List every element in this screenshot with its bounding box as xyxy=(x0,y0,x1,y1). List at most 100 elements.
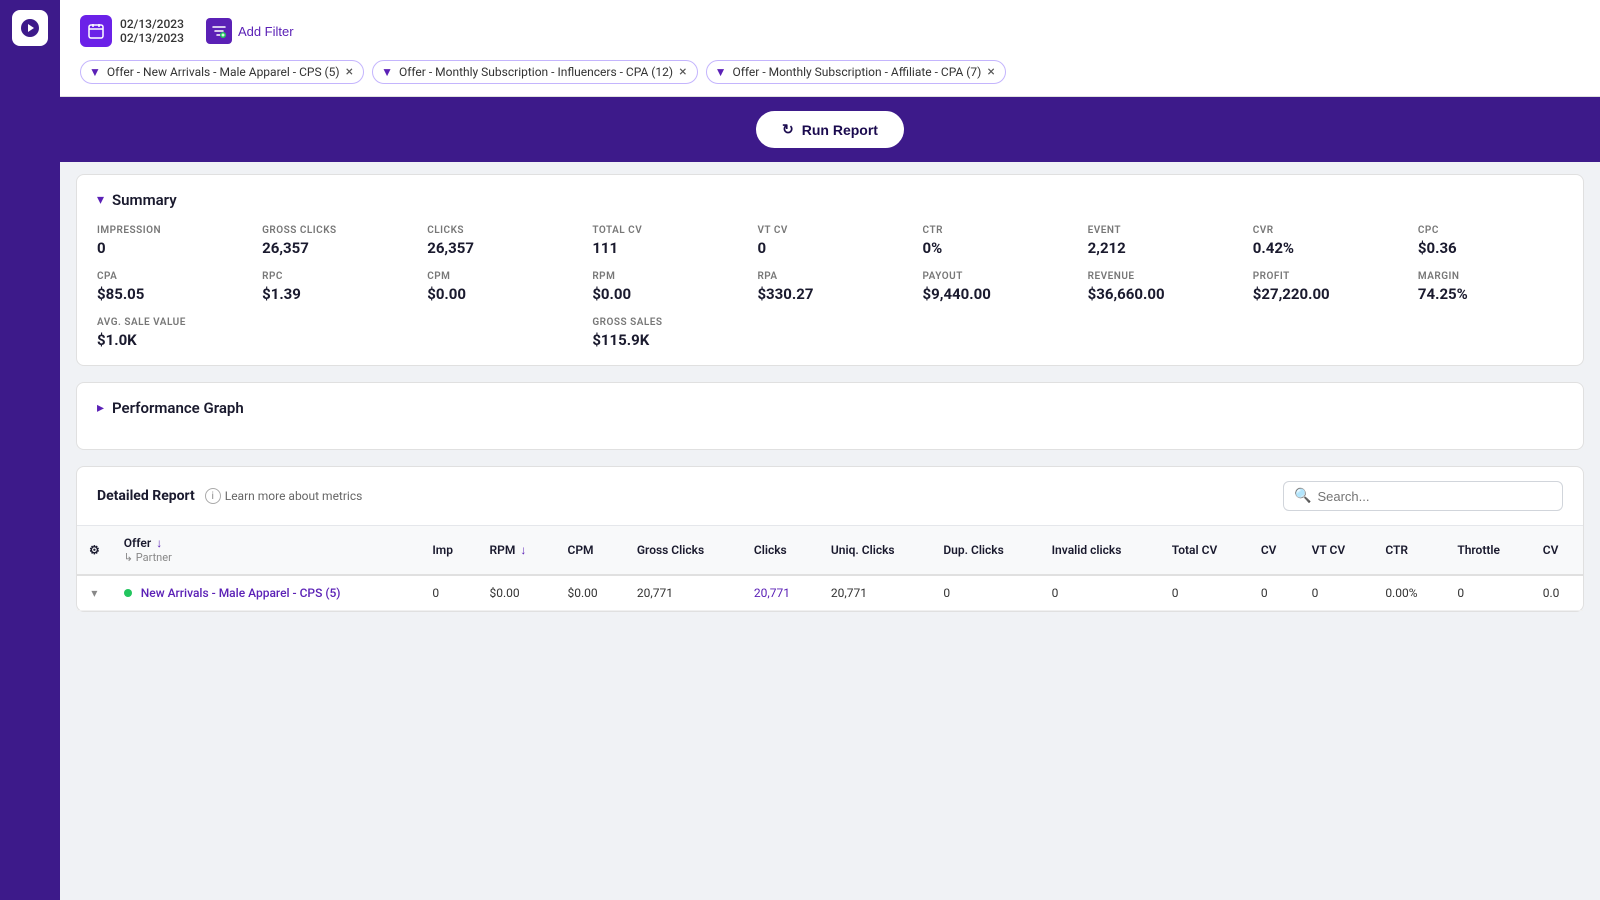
summary-header[interactable]: ▾ Summary xyxy=(97,191,1563,209)
metric-payout: PAYOUT $9,440.00 xyxy=(923,271,1068,303)
metric-cvr: CVR 0.42% xyxy=(1253,225,1398,257)
filter-tag-2: ▼ Offer - Monthly Subscription - Influen… xyxy=(372,60,697,84)
row-imp: 0 xyxy=(420,575,477,611)
metric-revenue: REVENUE $36,660.00 xyxy=(1088,271,1233,303)
col-gross-clicks[interactable]: Gross Clicks xyxy=(625,526,742,575)
row-gross-clicks: 20,771 xyxy=(625,575,742,611)
col-rpm[interactable]: RPM ↓ xyxy=(478,526,556,575)
sidebar-logo xyxy=(12,10,48,46)
filter-row: 02/13/2023 02/13/2023 Add Filter xyxy=(80,12,1580,50)
info-icon: i xyxy=(205,488,221,504)
sort-down-icon: ↓ xyxy=(156,536,162,550)
summary-section: ▾ Summary IMPRESSION 0 GROSS CLICKS 26,3… xyxy=(76,174,1584,366)
metric-rpm: RPM $0.00 xyxy=(592,271,737,303)
col-clicks[interactable]: Clicks xyxy=(742,526,819,575)
col-imp[interactable]: Imp xyxy=(420,526,477,575)
filter-icon-3: ▼ xyxy=(715,65,727,79)
date-section: 02/13/2023 02/13/2023 xyxy=(80,15,184,47)
metric-rpa: RPA $330.27 xyxy=(757,271,902,303)
col-cv[interactable]: CV xyxy=(1249,526,1300,575)
col-invalid-clicks[interactable]: Invalid clicks xyxy=(1040,526,1160,575)
page-wrapper: 02/13/2023 02/13/2023 Add Filter xyxy=(0,0,1600,900)
filter-remove-3[interactable]: × xyxy=(987,65,994,79)
metrics-row-2: CPA $85.05 RPC $1.39 CPM $0.00 RPM $0.00… xyxy=(97,271,1563,303)
learn-more-link[interactable]: i Learn more about metrics xyxy=(205,488,363,504)
metric-impression: IMPRESSION 0 xyxy=(97,225,242,257)
metric-total-cv: TOTAL CV 111 xyxy=(592,225,737,257)
detailed-report-header: Detailed Report i Learn more about metri… xyxy=(77,467,1583,526)
table-row: ▾ New Arrivals - Male Apparel - CPS (5) … xyxy=(77,575,1583,611)
summary-title: Summary xyxy=(112,191,177,209)
chevron-right-icon: ▸ xyxy=(97,400,104,416)
col-cv2[interactable]: CV xyxy=(1531,526,1583,575)
col-total-cv[interactable]: Total CV xyxy=(1160,526,1249,575)
row-cv2: 0.0 xyxy=(1531,575,1583,611)
col-uniq-clicks[interactable]: Uniq. Clicks xyxy=(819,526,931,575)
metric-gross-clicks: GROSS CLICKS 26,357 xyxy=(262,225,407,257)
col-offer[interactable]: Offer ↓ ↳ Partner xyxy=(112,526,421,575)
sort-down-icon-rpm: ↓ xyxy=(520,543,526,557)
col-vt-cv[interactable]: VT CV xyxy=(1300,526,1374,575)
row-vt-cv: 0 xyxy=(1300,575,1374,611)
metric-clicks: CLICKS 26,357 xyxy=(427,225,572,257)
add-filter-icon xyxy=(206,18,232,44)
metric-rpc: RPC $1.39 xyxy=(262,271,407,303)
run-report-button[interactable]: ↻ Run Report xyxy=(756,111,904,148)
filter-tags: ▼ Offer - New Arrivals - Male Apparel - … xyxy=(80,60,1580,84)
table-header-row: ⚙ Offer ↓ ↳ Partner Imp RPM xyxy=(77,526,1583,575)
row-expand-icon: ▾ xyxy=(91,586,97,600)
date-range: 02/13/2023 02/13/2023 xyxy=(120,17,184,45)
row-ctr: 0.00% xyxy=(1373,575,1445,611)
col-ctr[interactable]: CTR xyxy=(1373,526,1445,575)
col-cpm[interactable]: CPM xyxy=(555,526,624,575)
table-body: ▾ New Arrivals - Male Apparel - CPS (5) … xyxy=(77,575,1583,611)
table-settings-icon[interactable]: ⚙ xyxy=(89,543,100,557)
row-offer-name: New Arrivals - Male Apparel - CPS (5) xyxy=(112,575,421,611)
chevron-down-icon: ▾ xyxy=(97,192,104,208)
metric-cpa: CPA $85.05 xyxy=(97,271,242,303)
filter-remove-1[interactable]: × xyxy=(346,65,353,79)
row-uniq-clicks: 20,771 xyxy=(819,575,931,611)
search-box: 🔍 xyxy=(1283,481,1563,511)
detailed-report-title: Detailed Report xyxy=(97,488,195,504)
main-content: 02/13/2023 02/13/2023 Add Filter xyxy=(60,0,1600,900)
filter-remove-2[interactable]: × xyxy=(679,65,686,79)
run-report-bar: ↻ Run Report xyxy=(60,97,1600,162)
metric-ctr: CTR 0% xyxy=(923,225,1068,257)
report-table: ⚙ Offer ↓ ↳ Partner Imp RPM xyxy=(77,526,1583,611)
metrics-row-3: AVG. SALE VALUE $1.0K GROSS SALES $115.9… xyxy=(97,317,1563,349)
metric-event: EVENT 2,212 xyxy=(1088,225,1233,257)
performance-graph-title: Performance Graph xyxy=(112,399,244,417)
metric-cpc: CPC $0.36 xyxy=(1418,225,1563,257)
search-input[interactable] xyxy=(1317,489,1552,504)
add-filter-button[interactable]: Add Filter xyxy=(196,12,304,50)
status-dot-active xyxy=(124,589,132,597)
row-dup-clicks: 0 xyxy=(931,575,1039,611)
col-throttle[interactable]: Throttle xyxy=(1445,526,1530,575)
detailed-report-section: Detailed Report i Learn more about metri… xyxy=(76,466,1584,612)
filter-icon-1: ▼ xyxy=(89,65,101,79)
col-expand: ⚙ xyxy=(77,526,112,575)
row-expand-cell[interactable]: ▾ xyxy=(77,575,112,611)
row-cpm: $0.00 xyxy=(555,575,624,611)
row-rpm: $0.00 xyxy=(478,575,556,611)
filter-tag-3: ▼ Offer - Monthly Subscription - Affilia… xyxy=(706,60,1006,84)
performance-graph-header[interactable]: ▸ Performance Graph xyxy=(97,399,1563,417)
row-clicks: 20,771 xyxy=(742,575,819,611)
run-icon: ↻ xyxy=(782,121,794,138)
row-cv: 0 xyxy=(1249,575,1300,611)
metric-gross-sales: GROSS SALES $115.9K xyxy=(592,317,1067,349)
metric-margin: MARGIN 74.25% xyxy=(1418,271,1563,303)
filter-tag-1: ▼ Offer - New Arrivals - Male Apparel - … xyxy=(80,60,364,84)
col-dup-clicks[interactable]: Dup. Clicks xyxy=(931,526,1039,575)
metrics-row-1: IMPRESSION 0 GROSS CLICKS 26,357 CLICKS … xyxy=(97,225,1563,257)
table-head: ⚙ Offer ↓ ↳ Partner Imp RPM xyxy=(77,526,1583,575)
search-icon: 🔍 xyxy=(1294,488,1311,504)
sidebar xyxy=(0,0,60,900)
metric-vt-cv: VT CV 0 xyxy=(757,225,902,257)
metric-avg-sale-value: AVG. SALE VALUE $1.0K xyxy=(97,317,572,349)
performance-graph-section: ▸ Performance Graph xyxy=(76,382,1584,450)
filter-icon-2: ▼ xyxy=(381,65,393,79)
row-throttle: 0 xyxy=(1445,575,1530,611)
metric-cpm: CPM $0.00 xyxy=(427,271,572,303)
